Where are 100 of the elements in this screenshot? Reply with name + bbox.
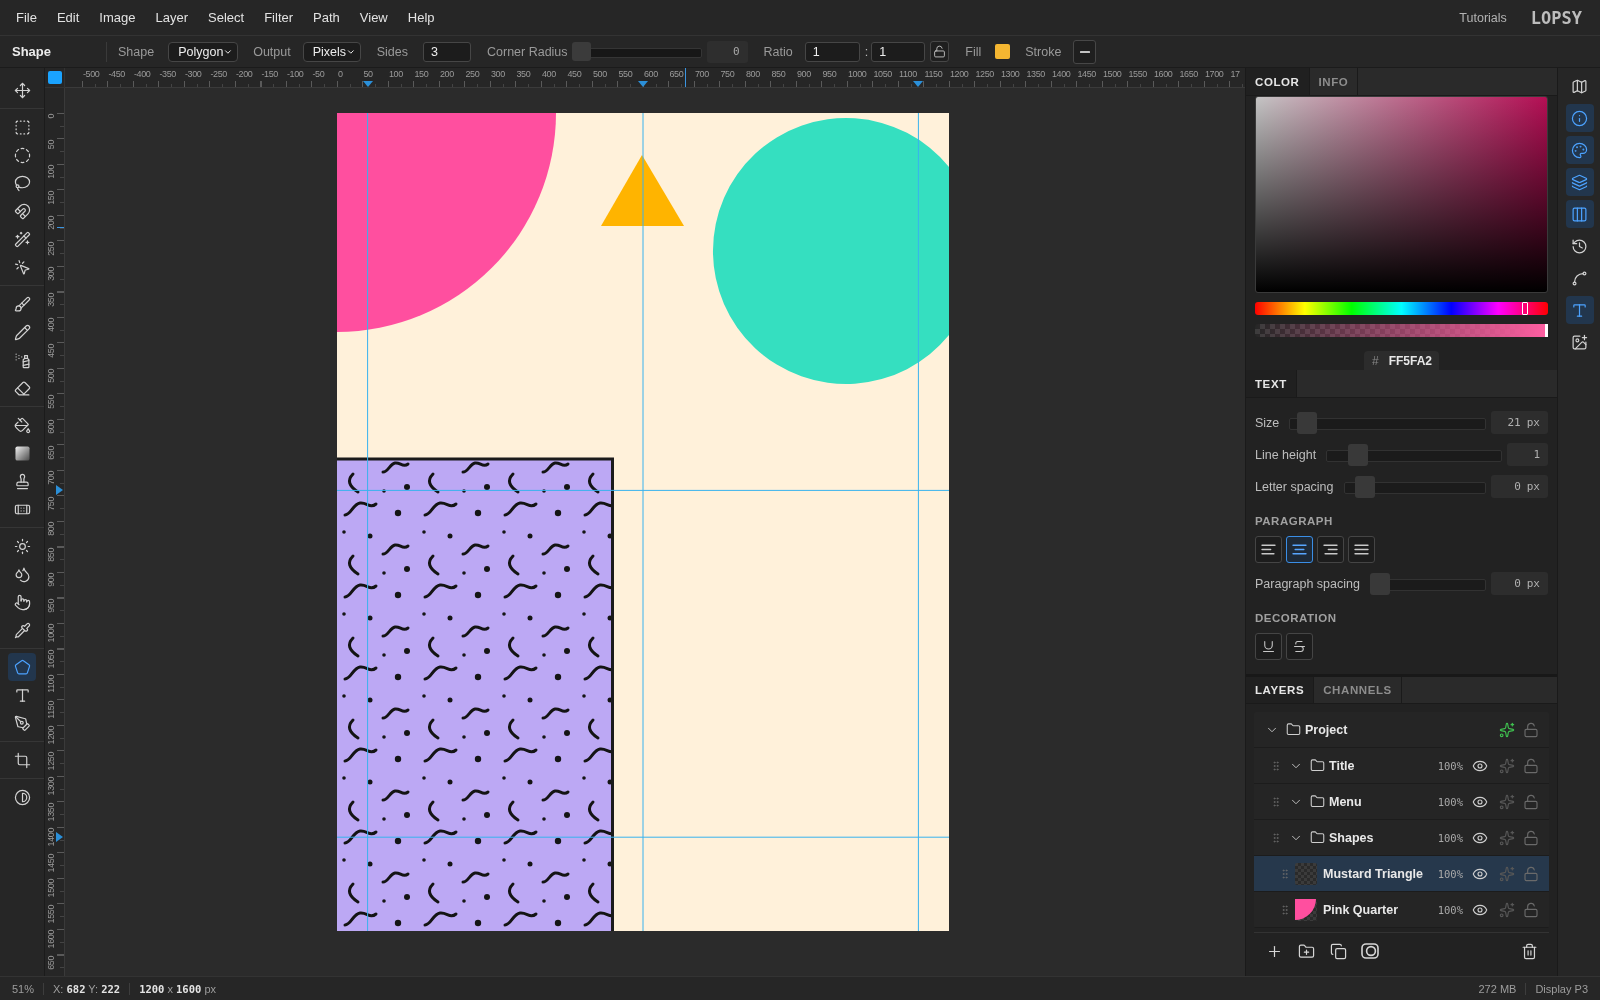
eyedropper-icon: [13, 621, 31, 639]
ruler-label: 950: [47, 598, 56, 613]
ruler-label: -200: [236, 69, 253, 79]
corner-radius-value[interactable]: 0: [706, 40, 748, 63]
layer-row[interactable]: Project: [1254, 712, 1549, 748]
value-field[interactable]: 0 px: [1491, 475, 1548, 498]
hue-handle[interactable]: [1521, 302, 1528, 315]
menu-item[interactable]: Select: [208, 9, 245, 26]
ruler-label: 100: [47, 165, 56, 179]
align-center-button[interactable]: [1286, 536, 1313, 563]
text-panel-button[interactable]: [1565, 296, 1594, 324]
ruler-label: 150: [414, 69, 429, 79]
panel-tab[interactable]: COLOR: [1246, 68, 1310, 95]
panel-tab[interactable]: LAYERS: [1246, 677, 1315, 703]
guide-marker-icon[interactable]: [56, 832, 63, 843]
unlocked-padlock-icon[interactable]: [1523, 901, 1539, 918]
shape-select[interactable]: Polygon: [168, 41, 239, 62]
menu-item[interactable]: Layer: [155, 9, 189, 26]
hex-input[interactable]: # FF5FA2: [1364, 351, 1439, 370]
info-icon: [1571, 109, 1588, 127]
align-right-button[interactable]: [1317, 536, 1344, 563]
ratio-height-input[interactable]: 1: [871, 41, 926, 62]
slider-label: Size: [1255, 415, 1280, 430]
shape-tool[interactable]: [8, 653, 36, 681]
slider-track[interactable]: [1343, 475, 1486, 498]
slider-thumb[interactable]: [1369, 572, 1390, 595]
menu-item[interactable]: Path: [313, 9, 340, 26]
ruler-label: 800: [746, 69, 760, 79]
ruler-label: 500: [593, 69, 607, 79]
panel-tab[interactable]: INFO: [1309, 68, 1359, 95]
option-label: Sides: [376, 44, 408, 59]
layer-row[interactable]: Mustard Triangle 100%: [1254, 856, 1549, 892]
menu-item[interactable]: Image: [99, 9, 136, 26]
panel-tab[interactable]: TEXT: [1246, 370, 1297, 397]
menu-item[interactable]: Filter: [264, 9, 294, 26]
underline-button[interactable]: [1255, 633, 1282, 660]
color-field[interactable]: [1255, 96, 1548, 293]
slider-track[interactable]: [1369, 572, 1486, 595]
square-icon[interactable]: [47, 71, 62, 84]
stroke-button[interactable]: [1073, 39, 1097, 64]
slider-track[interactable]: [1326, 443, 1502, 466]
ruler-label: 650: [669, 69, 684, 79]
tutorials-link[interactable]: Tutorials: [1459, 9, 1507, 26]
align-justify-button[interactable]: [1348, 536, 1375, 563]
layer-row[interactable]: Pink Quarter 100%: [1254, 892, 1549, 928]
ruler-label: 750: [47, 496, 56, 511]
slider-thumb[interactable]: [1355, 475, 1376, 498]
drag-handle-icon: [1279, 903, 1291, 916]
alpha-handle[interactable]: [1545, 324, 1548, 337]
palette-icon: [1571, 141, 1588, 159]
ruler-label: -450: [108, 69, 125, 79]
color-panel-button[interactable]: [1565, 136, 1594, 164]
ratio-width-input[interactable]: 1: [804, 41, 860, 62]
unlocked-padlock-icon[interactable]: [1523, 793, 1539, 810]
memory-usage: 272 MB: [1478, 982, 1517, 995]
channels-panel-button[interactable]: [1565, 200, 1594, 228]
unlocked-padlock-icon[interactable]: [1523, 829, 1539, 846]
menu-item[interactable]: Edit: [56, 9, 80, 26]
layer-row[interactable]: Title 100%: [1254, 748, 1549, 784]
alpha-slider[interactable]: [1255, 324, 1548, 337]
menu-item[interactable]: Help: [407, 9, 435, 26]
ruler-label: 1550: [47, 904, 56, 923]
output-select[interactable]: Pixels: [302, 41, 361, 62]
info-panel-button[interactable]: [1565, 104, 1594, 132]
app-logo: LOPSY: [1530, 8, 1582, 27]
unlocked-padlock-icon[interactable]: [1523, 757, 1539, 774]
ruler-label: 1600: [1154, 69, 1173, 79]
align-left-button[interactable]: [1255, 536, 1282, 563]
unlocked-padlock-icon[interactable]: [1523, 721, 1539, 738]
ruler-label: 650: [47, 955, 56, 970]
drag-handle-icon: [1270, 795, 1282, 808]
value-field[interactable]: 0 px: [1491, 572, 1548, 595]
layers-panel-button[interactable]: [1565, 168, 1594, 196]
color-swatch-icon[interactable]: [995, 44, 1011, 59]
ratio-separator: :: [864, 44, 869, 59]
value-field[interactable]: 1: [1507, 443, 1548, 466]
dashed-square-icon: [13, 118, 31, 136]
corner-radius-slider[interactable]: [571, 42, 702, 61]
menu-item[interactable]: View: [359, 9, 388, 26]
ruler-label: 400: [542, 69, 556, 79]
ruler-label: 500: [47, 369, 56, 383]
hand-pointer-icon: [13, 593, 31, 611]
hue-slider[interactable]: [1255, 302, 1548, 315]
layer-row[interactable]: Menu 100%: [1254, 784, 1549, 820]
guide-marker-icon[interactable]: [56, 485, 63, 496]
slider-thumb[interactable]: [571, 42, 591, 61]
slider-thumb[interactable]: [1297, 411, 1318, 434]
sparkles-icon[interactable]: [1499, 721, 1515, 738]
menu-item[interactable]: File: [16, 9, 37, 26]
gradient-icon: [14, 445, 30, 461]
sides-input[interactable]: 3: [423, 41, 471, 62]
align-right-icon: [1323, 544, 1338, 555]
panel-tab[interactable]: CHANNELS: [1314, 677, 1402, 703]
value-field[interactable]: 21 px: [1491, 411, 1548, 434]
ruler-label: 600: [47, 420, 56, 434]
slider-track[interactable]: [1289, 411, 1486, 434]
slider-thumb[interactable]: [1348, 443, 1368, 466]
strikethrough-button[interactable]: [1286, 633, 1313, 660]
folder-plus-icon: [1297, 942, 1315, 960]
option-label: Shape: [118, 44, 155, 59]
